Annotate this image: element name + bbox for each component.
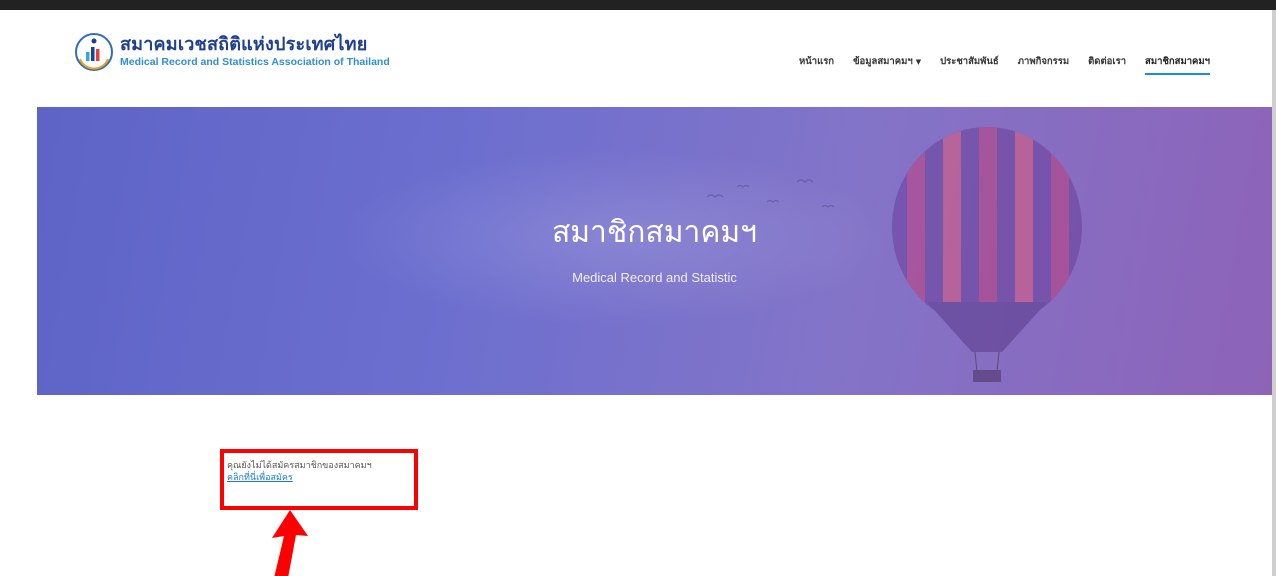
site-header: สมาคมเวชสถิติแห่งประเทศไทย Medical Recor… [0,10,1272,106]
main-nav: หน้าแรก ข้อมูลสมาคมฯ ▼ ประชาสัมพันธ์ ภาพก… [799,54,1210,75]
nav-item-association-info[interactable]: ข้อมูลสมาคมฯ ▼ [853,54,921,72]
page: สมาคมเวชสถิติแห่งประเทศไทย Medical Recor… [0,0,1276,576]
site-logo[interactable]: สมาคมเวชสถิติแห่งประเทศไทย Medical Recor… [74,32,390,72]
chevron-down-icon: ▼ [915,58,922,66]
nav-item-news[interactable]: ประชาสัมพันธ์ [940,54,999,72]
hot-air-balloon-icon [892,127,1082,382]
logo-title-english: Medical Record and Statistics Associatio… [120,56,390,69]
nav-item-members[interactable]: สมาชิกสมาคมฯ [1145,54,1210,75]
nav-item-label: ข้อมูลสมาคมฯ [853,56,913,67]
page-subtitle: Medical Record and Statistic [572,270,737,285]
hero-banner: สมาชิกสมาคมฯ Medical Record and Statisti… [37,107,1272,395]
nav-item-home[interactable]: หน้าแรก [799,54,834,72]
nav-item-contact[interactable]: ติดต่อเรา [1088,54,1126,72]
annotation-arrow-icon [272,510,308,576]
association-emblem-icon [75,33,113,71]
logo-title-thai: สมาคมเวชสถิติแห่งประเทศไทย [120,34,368,56]
page-title: สมาชิกสมาคมฯ [551,215,758,250]
browser-top-bar [0,0,1276,10]
scrollbar[interactable] [1272,10,1276,576]
nav-item-gallery[interactable]: ภาพกิจกรรม [1018,54,1069,72]
annotation-highlight-box [220,449,418,510]
